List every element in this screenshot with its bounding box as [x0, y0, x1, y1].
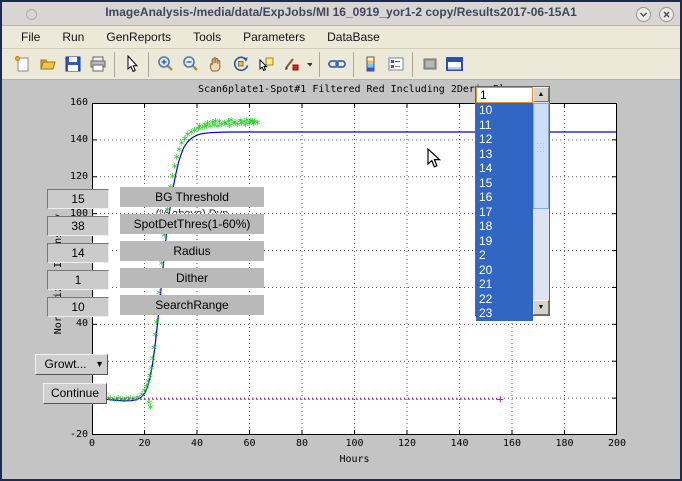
svg-text:+: + [497, 392, 504, 406]
new-file-icon[interactable] [10, 52, 35, 77]
radius-label: Radius [120, 241, 264, 261]
close-icon [662, 10, 671, 19]
searchrange-label: SearchRange [120, 295, 264, 315]
y-tick-40: 40 [58, 318, 88, 329]
save-icon[interactable] [60, 52, 85, 77]
print-icon[interactable] [85, 52, 110, 77]
zoom-out-icon[interactable] [178, 52, 203, 77]
chevron-down-icon [639, 10, 648, 19]
searchrange-input[interactable] [47, 297, 109, 317]
title-bar[interactable]: ImageAnalysis-/media/data/ExpJobs/MI 16_… [2, 2, 680, 26]
dither-label: Dither [120, 268, 264, 288]
menu-tools[interactable]: Tools [182, 27, 232, 47]
dropdown-item-10[interactable]: 10 [476, 103, 533, 118]
arrow-pointer-icon[interactable] [119, 52, 144, 77]
spotdetthres-1-60--label: SpotDetThres(1-60%) [120, 214, 264, 234]
scrollbar-up-arrow[interactable]: ▲ [533, 87, 549, 102]
scrollbar-down-arrow[interactable]: ▼ [533, 300, 549, 315]
dropdown-item-list: 10111213141516171819220212223 [476, 103, 533, 321]
pan-hand-icon[interactable] [203, 52, 228, 77]
dropdown-item-16[interactable]: 16 [476, 190, 533, 205]
x-tick-40: 40 [177, 438, 217, 449]
svg-text:*: * [227, 115, 234, 129]
menu-run[interactable]: Run [51, 27, 95, 47]
hide-plot-tools-icon[interactable] [417, 52, 442, 77]
y-tick-120: 120 [58, 171, 88, 182]
x-tick-140: 140 [440, 438, 480, 449]
dropdown-item-19[interactable]: 19 [476, 234, 533, 249]
link-plots-icon[interactable] [324, 52, 349, 77]
dropdown-focused-item[interactable]: 1 [476, 87, 533, 103]
dither-input[interactable] [47, 270, 109, 290]
open-file-icon[interactable] [35, 52, 60, 77]
bg-threshold-label: BG Threshold [120, 187, 264, 207]
dropdown-item-22[interactable]: 22 [476, 292, 533, 307]
dropdown-scrollbar[interactable]: ▲ ········· ▼ [533, 87, 549, 315]
y-tick-140: 140 [58, 134, 88, 145]
dropdown-item-12[interactable]: 12 [476, 132, 533, 147]
x-tick-200: 200 [597, 438, 637, 449]
dropdown-caret-icon: ▼ [95, 355, 104, 374]
app-window: ImageAnalysis-/media/data/ExpJobs/MI 16_… [0, 0, 682, 481]
scrollbar-grip: ········· [534, 142, 548, 154]
menu-file[interactable]: File [10, 27, 51, 47]
dropdown-item-23[interactable]: 23 [476, 306, 533, 321]
window-title: ImageAnalysis-/media/data/ExpJobs/MI 16_… [2, 5, 680, 19]
dropdown-item-2[interactable]: 2 [476, 248, 533, 263]
insert-colorbar-icon[interactable] [358, 52, 383, 77]
dropdown-item-17[interactable]: 17 [476, 205, 533, 220]
svg-text:*: * [150, 343, 157, 357]
x-tick-60: 60 [230, 438, 270, 449]
zoom-in-icon[interactable] [153, 52, 178, 77]
toolbar [2, 49, 680, 80]
figure-canvas: Scan6plate1-Spot#1 Filtered Red Includin… [2, 80, 680, 479]
dropdown-item-14[interactable]: 14 [476, 161, 533, 176]
x-tick-100: 100 [335, 438, 375, 449]
svg-text:*: * [248, 116, 255, 130]
brush-icon[interactable] [278, 52, 303, 77]
dock-figure-icon[interactable] [442, 52, 467, 77]
spot-number-dropdown: 1 10111213141516171819220212223 ▲ ······… [475, 86, 550, 316]
y-tick-160: 160 [58, 97, 88, 108]
insert-legend-icon[interactable] [383, 52, 408, 77]
close-window-button[interactable] [659, 7, 674, 22]
brush-menu-caret-icon[interactable] [303, 52, 315, 77]
dropdown-item-11[interactable]: 11 [476, 118, 533, 133]
x-tick-20: 20 [125, 438, 165, 449]
menu-bar: FileRunGenReportsToolsParametersDataBase [2, 26, 680, 49]
bg-threshold-subtext: (% above) Dyn [122, 208, 262, 213]
menu-database[interactable]: DataBase [316, 27, 391, 47]
rotate-3d-icon[interactable] [228, 52, 253, 77]
growth-mode-dropdown[interactable]: Growt...▼ [35, 354, 108, 375]
dropdown-item-18[interactable]: 18 [476, 219, 533, 234]
continue-button[interactable]: Continue [43, 383, 107, 404]
x-tick-180: 180 [545, 438, 585, 449]
dropdown-item-15[interactable]: 15 [476, 176, 533, 191]
x-axis-label: Hours [92, 454, 617, 465]
svg-text:*: * [147, 402, 154, 416]
svg-text:*: * [212, 116, 219, 130]
svg-text:*: * [153, 317, 160, 331]
svg-text:*: * [201, 120, 208, 134]
radius-input[interactable] [47, 243, 109, 263]
mouse-cursor-icon [427, 148, 443, 170]
menu-genreports[interactable]: GenReports [95, 27, 182, 47]
x-tick-160: 160 [492, 438, 532, 449]
svg-text:*: * [152, 330, 159, 344]
scrollbar-thumb[interactable]: ········· [533, 103, 549, 209]
x-tick-120: 120 [387, 438, 427, 449]
shade-window-button[interactable] [636, 7, 651, 22]
x-tick-80: 80 [282, 438, 322, 449]
menu-parameters[interactable]: Parameters [232, 27, 316, 47]
data-cursor-icon[interactable] [253, 52, 278, 77]
spotdetthres-1-60--input[interactable] [47, 216, 109, 236]
dropdown-item-20[interactable]: 20 [476, 263, 533, 278]
y-tick--20: -20 [58, 429, 88, 440]
dropdown-item-13[interactable]: 13 [476, 147, 533, 162]
bg-threshold-input[interactable] [47, 189, 109, 209]
dropdown-item-21[interactable]: 21 [476, 277, 533, 292]
